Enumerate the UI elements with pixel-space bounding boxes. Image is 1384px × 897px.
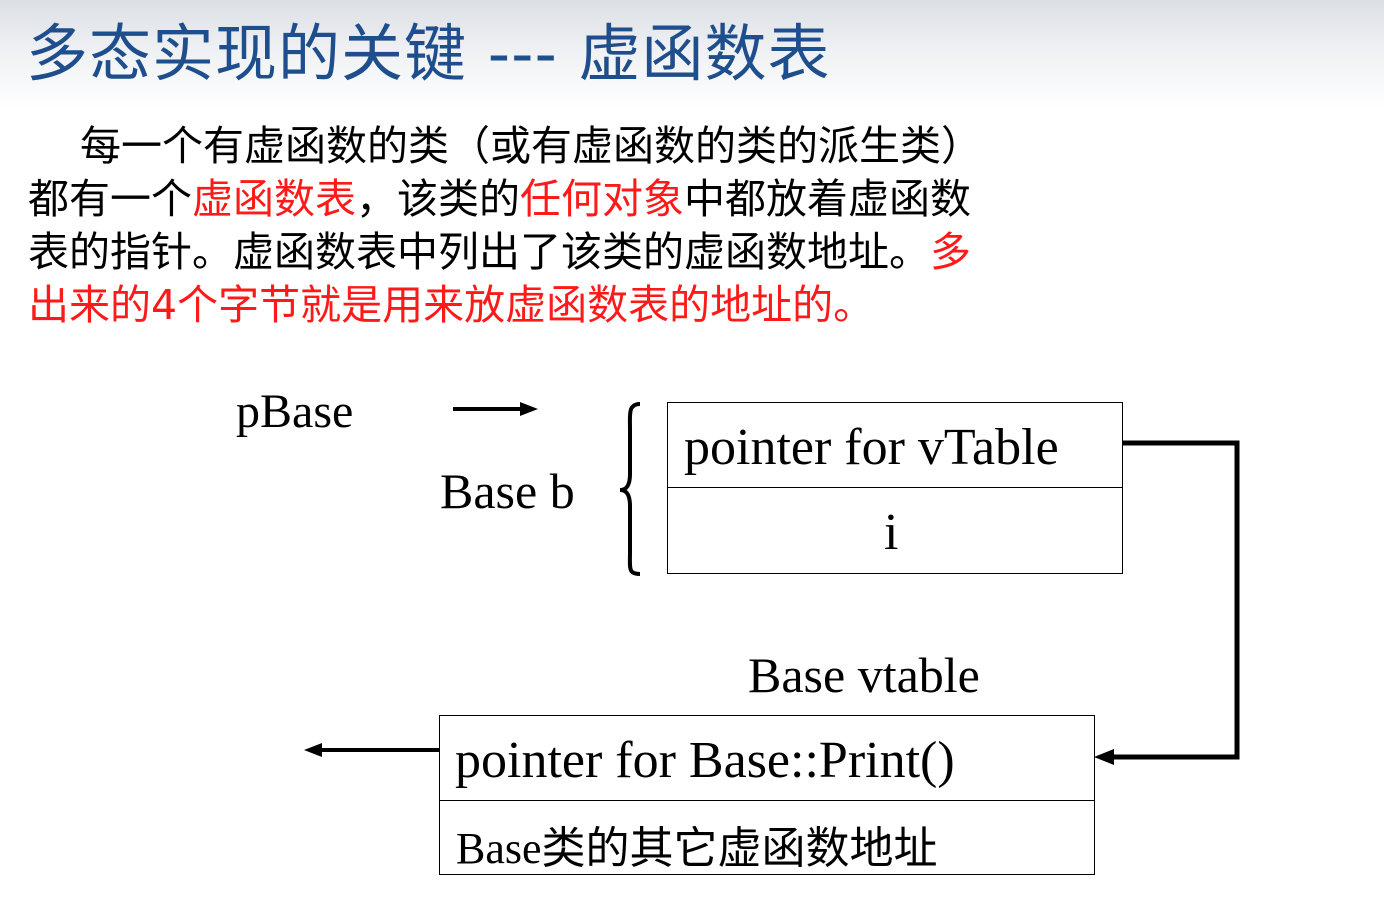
vtable-connector-arrow [1094, 440, 1240, 765]
object-brace [619, 402, 641, 576]
pbase-arrow [453, 402, 538, 416]
diagram-connectors [304, 402, 1240, 765]
print-function-arrow [304, 743, 439, 757]
